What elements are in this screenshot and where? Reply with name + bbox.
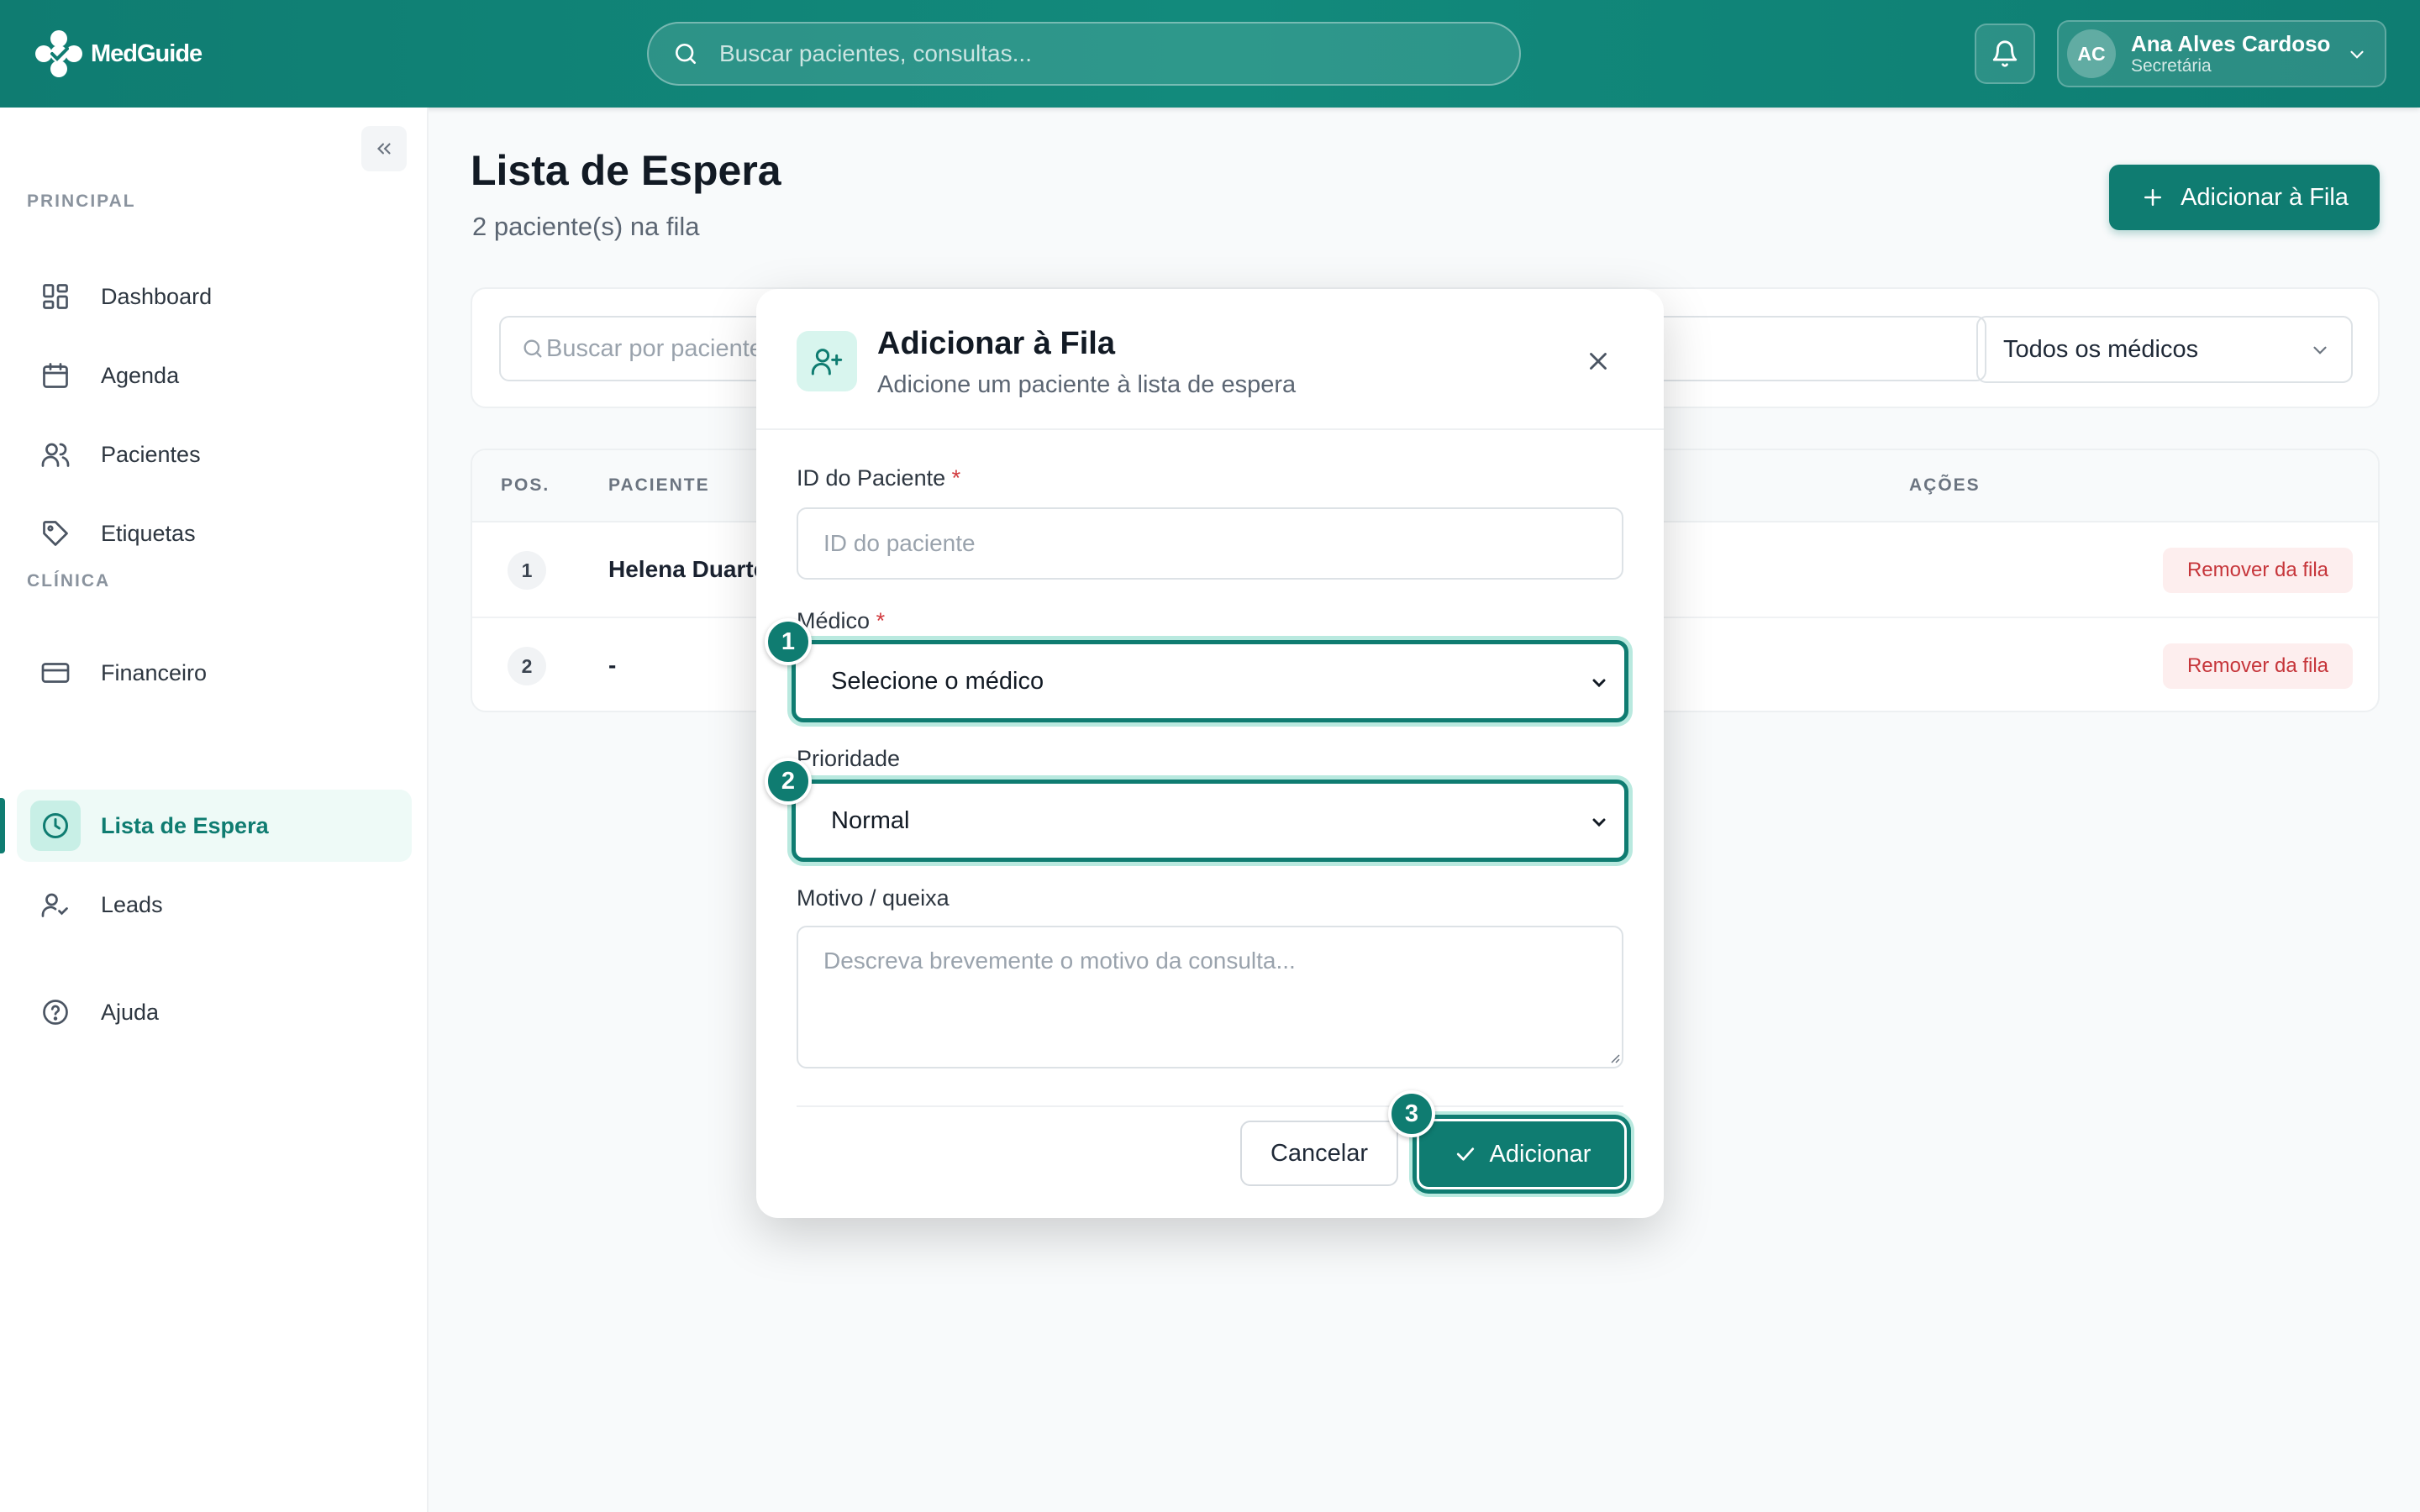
page-subtitle: 2 paciente(s) na fila (472, 212, 700, 241)
sidebar-item-label: Etiquetas (101, 520, 196, 546)
column-header-acoes: AÇÕES (1909, 475, 1981, 495)
confirm-add-label: Adicionar (1489, 1140, 1591, 1168)
patient-name: - (608, 652, 617, 678)
chevron-down-icon (2350, 50, 2364, 59)
help-circle-icon (43, 1000, 68, 1025)
notifications-button[interactable] (1975, 24, 2035, 84)
column-header-pos: POS. (501, 475, 550, 495)
sidebar-item-agenda[interactable]: Agenda (17, 339, 412, 412)
active-indicator (0, 798, 5, 853)
priority-select[interactable]: Normal (792, 780, 1628, 862)
sidebar: PRINCIPAL Dashboard Agenda Pacientes Eti… (0, 108, 429, 1512)
user-name: Ana Alves Cardoso (2131, 31, 2331, 56)
reason-label: Motivo / queixa (797, 885, 950, 911)
doctor-filter-value: Todos os médicos (2003, 335, 2199, 363)
confirm-add-button[interactable]: Adicionar (1417, 1119, 1627, 1189)
user-check-icon (41, 893, 68, 917)
users-icon (41, 443, 70, 467)
chevrons-left-icon (376, 143, 391, 155)
chevron-down-icon (1592, 679, 1606, 688)
resize-grip-icon[interactable] (1607, 1050, 1620, 1063)
modal-title: Adicionar à Fila (877, 326, 1115, 361)
check-icon (1456, 1147, 1474, 1161)
cancel-button[interactable]: Cancelar (1240, 1121, 1398, 1186)
chevron-down-icon (2313, 346, 2327, 354)
user-plus-icon (811, 349, 843, 375)
sidebar-section-principal: PRINCIPAL (27, 192, 136, 211)
sidebar-item-label: Dashboard (101, 283, 213, 309)
avatar: AC (2067, 29, 2116, 78)
clock-icon (43, 813, 68, 838)
add-to-queue-button[interactable]: Adicionar à Fila (2109, 165, 2380, 230)
position-badge: 2 (508, 647, 546, 685)
sidebar-item-financeiro[interactable]: Financeiro (17, 637, 412, 709)
patient-name: Helena Duarte (608, 556, 767, 582)
required-mark: * (876, 608, 886, 633)
user-role: Secretária (2131, 56, 2212, 76)
modal-header: Adicionar à Fila Adicione um paciente à … (756, 289, 1664, 430)
tag-icon (43, 521, 68, 546)
search-icon (523, 339, 542, 358)
sidebar-item-pacientes[interactable]: Pacientes (17, 418, 412, 491)
calendar-icon (43, 363, 68, 388)
add-to-queue-label: Adicionar à Fila (2181, 183, 2349, 211)
search-icon (676, 44, 696, 64)
remove-from-queue-button[interactable]: Remover da fila (2163, 548, 2353, 593)
modal-subtitle: Adicione um paciente à lista de espera (877, 371, 1297, 398)
modal-divider (797, 1105, 1623, 1107)
global-search-input[interactable] (719, 40, 1476, 67)
patient-id-label: ID do Paciente * (797, 465, 961, 491)
sidebar-item-label: Agenda (101, 362, 180, 388)
doctor-select[interactable]: Selecione o médico (792, 640, 1628, 722)
sidebar-item-label: Lista de Espera (101, 812, 269, 838)
close-icon (1590, 353, 1607, 370)
position-badge: 1 (508, 551, 546, 590)
sidebar-item-dashboard[interactable]: Dashboard (17, 260, 412, 333)
user-menu[interactable]: AC Ana Alves Cardoso Secretária (2057, 20, 2386, 87)
sidebar-item-label: Leads (101, 891, 163, 917)
bell-icon (1992, 40, 2018, 67)
column-header-paciente: PACIENTE (608, 475, 710, 495)
priority-label: Prioridade (797, 746, 901, 771)
doctor-select-value: Selecione o médico (831, 667, 1044, 695)
sidebar-item-ajuda[interactable]: Ajuda (17, 976, 412, 1048)
modal-icon (797, 331, 857, 391)
patient-search-placeholder: Buscar por paciente (546, 334, 763, 362)
logo-text: MedGuide (91, 39, 203, 67)
remove-from-queue-button[interactable]: Remover da fila (2163, 643, 2353, 689)
collapse-sidebar-button[interactable] (361, 126, 407, 171)
sidebar-item-label: Pacientes (101, 441, 201, 467)
patient-id-input[interactable] (797, 507, 1623, 580)
add-to-queue-modal: Adicionar à Fila Adicione um paciente à … (756, 289, 1664, 1218)
reason-textarea[interactable] (797, 926, 1623, 1068)
page-title: Lista de Espera (471, 147, 781, 194)
global-search[interactable] (647, 22, 1521, 86)
required-mark: * (951, 465, 961, 491)
medguide-logo-icon (35, 30, 82, 77)
close-modal-button[interactable] (1581, 344, 1615, 378)
step-badge-3: 3 (1388, 1090, 1435, 1137)
step-badge-1: 1 (765, 618, 812, 665)
sidebar-item-etiquetas[interactable]: Etiquetas (17, 497, 412, 570)
sidebar-section-clinica: CLÍNICA (27, 571, 111, 591)
step-badge-2: 2 (765, 758, 812, 805)
grid-icon (43, 284, 68, 309)
sidebar-item-leads[interactable]: Leads (17, 869, 412, 941)
chevron-down-icon (1592, 818, 1606, 827)
sidebar-item-lista-de-espera[interactable]: Lista de Espera (17, 790, 412, 862)
priority-select-value: Normal (831, 806, 910, 834)
sidebar-item-label: Ajuda (101, 999, 160, 1025)
sidebar-item-label: Financeiro (101, 659, 208, 685)
doctor-label: Médico * (797, 608, 886, 633)
plus-icon (2144, 189, 2162, 206)
doctor-filter-select[interactable]: Todos os médicos (1976, 316, 2353, 383)
credit-card-icon (41, 663, 70, 683)
logo[interactable]: MedGuide (32, 25, 203, 82)
top-header: MedGuide AC Ana Alves Cardoso Secretária (0, 0, 2420, 108)
user-info: Ana Alves Cardoso Secretária (2131, 31, 2330, 76)
